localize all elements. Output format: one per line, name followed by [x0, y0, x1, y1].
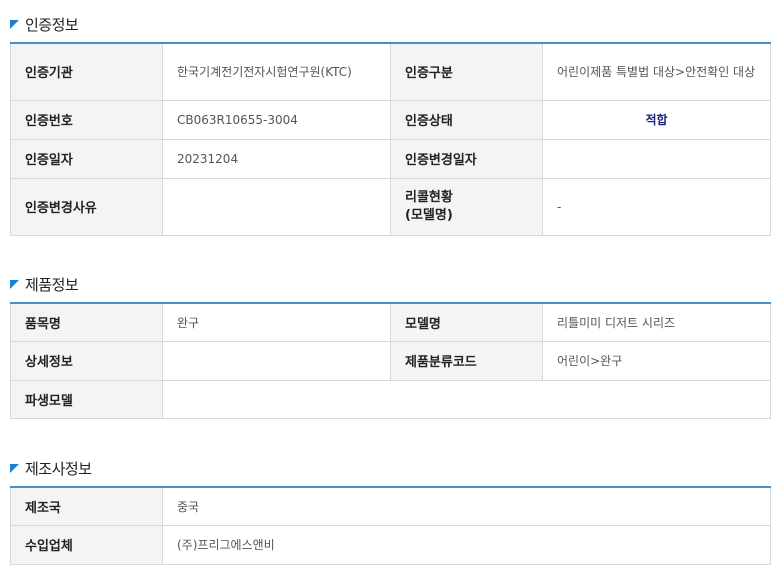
- section-title-product: 제품정보: [10, 274, 79, 295]
- model-label: 모델명: [390, 302, 543, 342]
- change-reason-value: [162, 177, 391, 236]
- date-label: 인증일자: [10, 138, 163, 179]
- category-value: 어린이제품 특별법 대상>안전확인 대상: [542, 42, 771, 101]
- product-table: 품목명 완구 모델명 리틀미미 디저트 시리즈 상세정보 제품분류코드 어린이>…: [10, 302, 771, 419]
- number-label: 인증번호: [10, 99, 163, 140]
- recall-label-line2: (모델명): [405, 207, 453, 223]
- number-value: CB063R10655-3004: [162, 99, 391, 140]
- date-value: 20231204: [162, 138, 391, 179]
- status-label: 인증상태: [390, 99, 543, 140]
- certification-table: 인증기관 한국기계전기전자시험연구원(KTC) 인증구분 어린이제품 특별법 대…: [10, 42, 771, 236]
- agency-label: 인증기관: [10, 42, 163, 101]
- table-row: 인증일자 20231204 인증변경일자: [10, 138, 771, 179]
- table-row: 수입업체 (주)프리그에스앤비: [10, 524, 771, 565]
- status-value: 적합: [542, 99, 771, 140]
- recall-label-line1: 리콜현황: [405, 189, 453, 205]
- change-reason-label: 인증변경사유: [10, 177, 163, 236]
- change-date-label: 인증변경일자: [390, 138, 543, 179]
- table-row: 파생모델: [10, 379, 771, 419]
- class-code-value: 어린이>완구: [542, 340, 771, 381]
- detail-value: [162, 340, 391, 381]
- table-row: 상세정보 제품분류코드 어린이>완구: [10, 340, 771, 381]
- table-row: 품목명 완구 모델명 리틀미미 디저트 시리즈: [10, 302, 771, 342]
- table-row: 인증번호 CB063R10655-3004 인증상태 적합: [10, 99, 771, 140]
- category-label: 인증구분: [390, 42, 543, 101]
- recall-value: -: [542, 177, 771, 236]
- section-marker-icon: [10, 280, 19, 289]
- section-title-certification: 인증정보: [10, 14, 79, 35]
- table-row: 제조국 중국: [10, 486, 771, 526]
- item-value: 완구: [162, 302, 391, 342]
- country-label: 제조국: [10, 486, 163, 526]
- change-date-value: [542, 138, 771, 179]
- derived-value: [162, 379, 771, 419]
- manufacturer-table: 제조국 중국 수입업체 (주)프리그에스앤비: [10, 486, 771, 565]
- model-value: 리틀미미 디저트 시리즈: [542, 302, 771, 342]
- country-value: 중국: [162, 486, 771, 526]
- manufacturer-title: 제조사정보: [25, 460, 92, 478]
- section-marker-icon: [10, 464, 19, 473]
- detail-label: 상세정보: [10, 340, 163, 381]
- importer-value: (주)프리그에스앤비: [162, 524, 771, 565]
- section-marker-icon: [10, 20, 19, 29]
- certification-title: 인증정보: [25, 16, 79, 34]
- table-row: 인증변경사유 리콜현황 (모델명) -: [10, 177, 771, 236]
- derived-label: 파생모델: [10, 379, 163, 419]
- class-code-label: 제품분류코드: [390, 340, 543, 381]
- section-title-manufacturer: 제조사정보: [10, 458, 92, 479]
- importer-label: 수입업체: [10, 524, 163, 565]
- recall-label: 리콜현황 (모델명): [390, 177, 543, 236]
- product-title: 제품정보: [25, 276, 79, 294]
- agency-value: 한국기계전기전자시험연구원(KTC): [162, 42, 391, 101]
- table-row: 인증기관 한국기계전기전자시험연구원(KTC) 인증구분 어린이제품 특별법 대…: [10, 42, 771, 101]
- item-label: 품목명: [10, 302, 163, 342]
